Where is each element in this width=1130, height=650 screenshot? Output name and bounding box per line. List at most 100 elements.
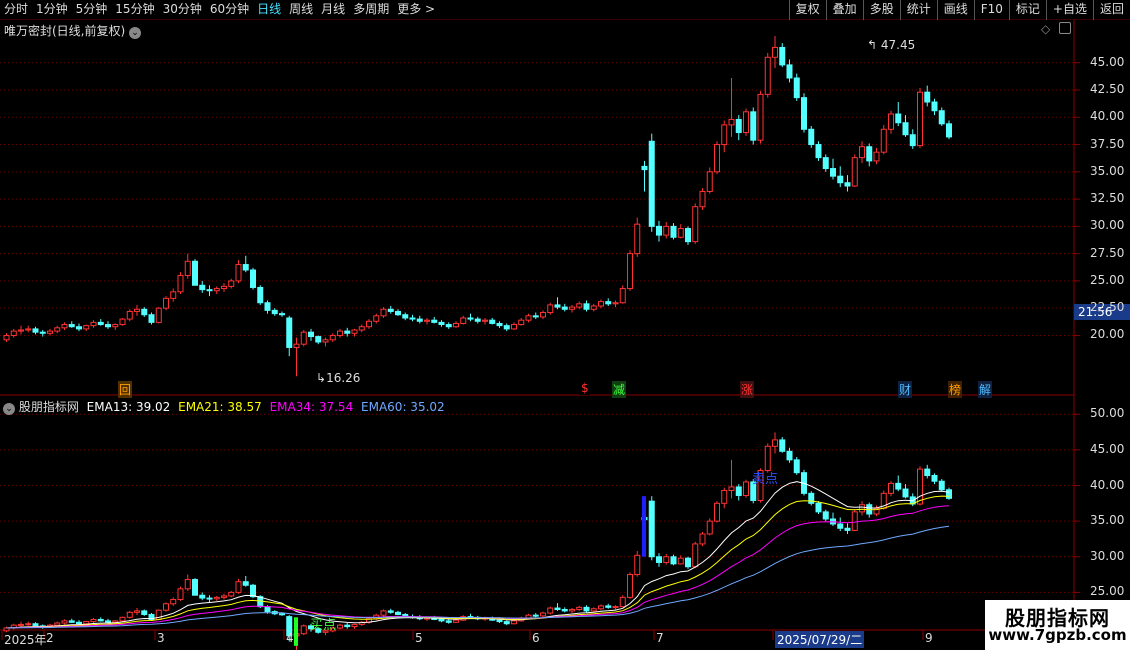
candle-body <box>692 206 699 243</box>
candle-body <box>772 46 778 58</box>
date-tick-label: 2025/07/29/二 <box>775 631 865 648</box>
candle-body <box>641 165 648 171</box>
ind-candle-body <box>685 557 691 568</box>
ind-candle-body <box>822 511 829 520</box>
candle-body <box>177 274 184 293</box>
ind-candle-body <box>598 605 604 610</box>
ind-candle-body <box>902 488 909 498</box>
event-marker[interactable]: 解 <box>978 381 993 398</box>
candle-body <box>235 264 242 282</box>
candle-body <box>511 324 517 330</box>
sell-signal-label: 卖点 <box>752 472 779 487</box>
candle-body <box>228 280 235 287</box>
event-marker[interactable]: 财 <box>898 381 913 398</box>
candle-body <box>706 171 713 192</box>
ind-candle-body <box>503 621 510 625</box>
candle-body <box>605 301 612 305</box>
candle-body <box>648 140 655 227</box>
ind-candle-body <box>837 523 844 529</box>
ind-candle-body <box>387 610 394 613</box>
ind-candle-body <box>844 527 851 531</box>
candle-body <box>793 77 800 99</box>
ind-candle-body <box>76 621 82 625</box>
ema13-line <box>6 481 950 629</box>
ind-candle-body <box>242 581 249 586</box>
candle-body <box>750 111 757 141</box>
indicator-tick-label: 30.00 <box>1090 548 1125 563</box>
candle-body <box>598 301 604 307</box>
candle-body <box>141 308 148 316</box>
candle-body <box>627 253 633 290</box>
date-tick-label: 3 <box>157 631 165 645</box>
ind-candle-body <box>206 597 213 600</box>
ema60-value: EMA60: 35.02 <box>361 400 445 414</box>
candle-body <box>76 326 82 330</box>
ind-candle-body <box>134 610 140 613</box>
date-tick-label: 7 <box>656 631 664 645</box>
candle-body <box>880 128 887 153</box>
price-tick-label: 27.50 <box>1090 245 1125 260</box>
candle-body <box>18 329 24 332</box>
candle-body <box>757 93 764 141</box>
ind-candle-body <box>68 620 75 623</box>
event-marker[interactable]: 榜 <box>948 381 963 398</box>
diamond-icon[interactable]: ◇ <box>1041 22 1050 36</box>
candle-body <box>634 223 641 255</box>
candle-body <box>503 325 510 330</box>
site-logo: 股朋指标网 www.7gpzb.com <box>985 600 1130 650</box>
collapse-icon[interactable]: ⌄ <box>3 403 15 415</box>
ind-candle-body <box>32 623 39 627</box>
event-marker[interactable]: $ <box>580 381 590 395</box>
candle-body <box>221 285 227 290</box>
candle-body <box>148 314 155 323</box>
candle-body <box>315 336 322 343</box>
event-marker[interactable]: 减 <box>612 381 627 398</box>
candle-body <box>670 225 677 238</box>
ind-candle-body <box>634 554 641 576</box>
date-tick-label: 2025年 <box>4 633 47 647</box>
candle-body <box>779 46 786 66</box>
candle-body <box>90 321 97 327</box>
candle-body <box>119 318 126 326</box>
candle-body <box>97 321 104 326</box>
candle-body <box>3 334 10 341</box>
ind-candle-body <box>540 612 546 617</box>
candle-body <box>837 175 844 184</box>
ind-candle-body <box>192 579 198 596</box>
ind-candle-body <box>213 596 220 600</box>
ind-candle-body <box>199 594 206 599</box>
candle-body <box>576 303 583 308</box>
ind-candle-body <box>656 556 662 563</box>
high-price-label: ↰ 47.45 <box>867 38 916 52</box>
event-marker[interactable]: 回 <box>118 381 133 398</box>
candle-body <box>126 310 133 320</box>
candle-body <box>518 319 525 326</box>
price-tick-label: 37.50 <box>1090 136 1125 151</box>
ind-candle-body <box>184 579 191 590</box>
event-marker[interactable]: 涨 <box>740 381 755 398</box>
candle-body <box>213 288 220 292</box>
ind-candle-body <box>895 482 902 490</box>
ind-candle-body <box>605 605 612 608</box>
candle-body <box>366 320 372 328</box>
candle-body <box>293 343 300 348</box>
candle-body <box>105 324 111 328</box>
candle-body <box>496 322 503 327</box>
ind-candle-body <box>54 622 61 626</box>
candle-body <box>47 330 53 334</box>
candle-body <box>402 314 409 319</box>
candle-body <box>286 317 293 348</box>
chevron-down-icon[interactable]: ⌄ <box>129 27 142 39</box>
chart-title-text: 唯万密封(日线,前复权) <box>4 24 126 38</box>
ind-candle-body <box>445 620 452 623</box>
candle-body <box>380 308 387 317</box>
candle-body <box>699 190 706 208</box>
ind-candle-body <box>453 619 459 623</box>
ind-candle-body <box>141 610 148 615</box>
candle-body <box>482 319 488 322</box>
maximize-icon[interactable] <box>1059 22 1071 34</box>
indicator-tick-label: 50.00 <box>1090 406 1125 421</box>
candle-body <box>54 327 61 332</box>
candle-body <box>10 330 17 336</box>
ind-candle-body <box>699 533 706 545</box>
